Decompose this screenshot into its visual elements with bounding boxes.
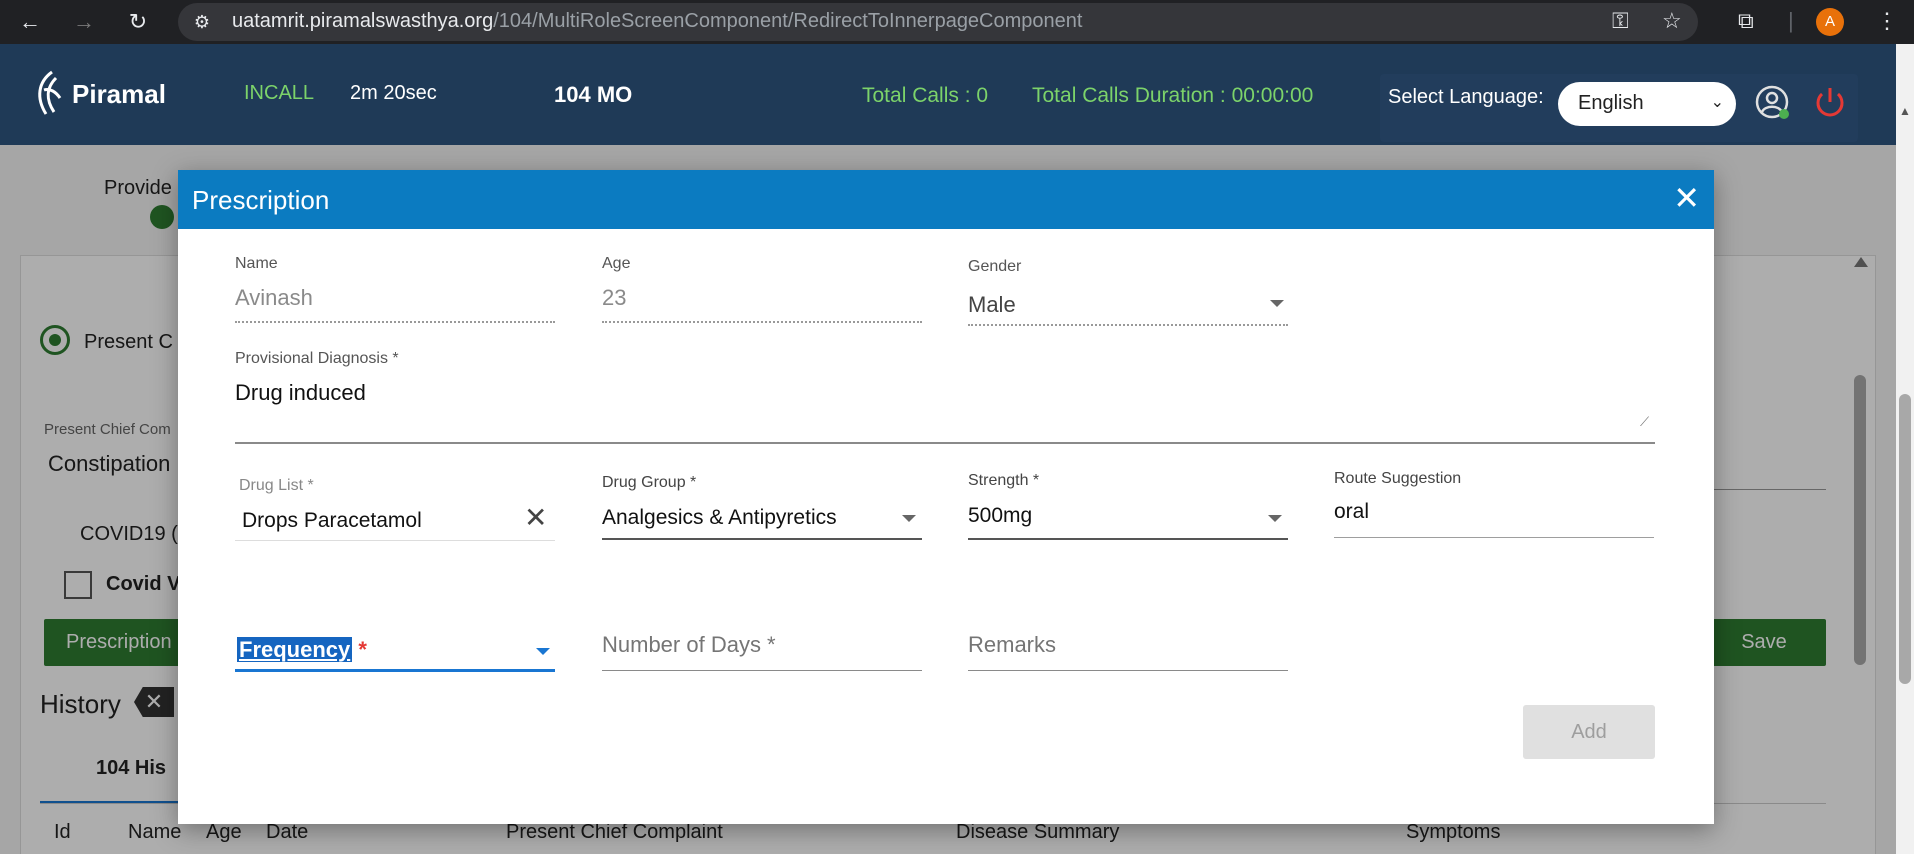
- name-label: Name: [235, 255, 278, 272]
- site-settings-icon[interactable]: ⚙: [188, 8, 216, 36]
- total-calls-duration: Total Calls Duration : 00:00:00: [1032, 84, 1314, 107]
- strength-dropdown-arrow-icon[interactable]: [1268, 515, 1282, 522]
- role-label: 104 MO: [554, 82, 633, 107]
- page-scrollbar-thumb[interactable]: [1899, 394, 1911, 684]
- total-calls: Total Calls : 0: [862, 84, 989, 107]
- dialog-header: Prescription ✕: [178, 170, 1714, 229]
- power-logout-icon[interactable]: [1812, 84, 1848, 120]
- diagnosis-textarea[interactable]: Drug induced: [235, 380, 366, 406]
- piramal-mark-icon: [38, 70, 62, 115]
- call-timer: 2m 20sec: [350, 82, 437, 104]
- days-input[interactable]: Number of Days *: [602, 632, 776, 658]
- strength-select[interactable]: 500mg: [968, 504, 1032, 528]
- chevron-down-icon: ⌄: [1710, 94, 1724, 111]
- diagnosis-underline: [235, 442, 1655, 444]
- drug-group-dropdown-arrow-icon[interactable]: [902, 515, 916, 522]
- forward-arrow-icon[interactable]: →: [70, 8, 98, 36]
- drug-group-select[interactable]: Analgesics & Antipyretics: [602, 506, 837, 530]
- menu-kebab-icon[interactable]: ⋮: [1876, 8, 1898, 34]
- piramal-logo: Piramal: [32, 68, 166, 120]
- toolbar-divider: |: [1788, 8, 1794, 33]
- remarks-input[interactable]: Remarks: [968, 632, 1056, 658]
- dialog-title: Prescription: [192, 185, 330, 215]
- age-label: Age: [602, 255, 631, 272]
- clear-x-icon[interactable]: ✕: [524, 504, 547, 532]
- bookmark-star-icon[interactable]: ☆: [1662, 8, 1682, 34]
- add-button[interactable]: Add: [1523, 705, 1655, 759]
- drug-group-underline: [602, 538, 922, 540]
- textarea-resize-handle-icon[interactable]: ⟋: [1640, 414, 1649, 430]
- diagnosis-label: Provisional Diagnosis *: [235, 350, 399, 367]
- frequency-underline: [235, 669, 555, 672]
- frequency-dropdown-arrow-icon[interactable]: [536, 648, 550, 655]
- remarks-underline: [968, 670, 1288, 671]
- close-icon[interactable]: ✕: [1673, 180, 1700, 216]
- strength-label: Strength *: [968, 472, 1040, 489]
- prescription-dialog: Prescription ✕ Name Avinash Age 23 Gende…: [178, 170, 1714, 824]
- language-value: English: [1578, 92, 1644, 114]
- frequency-select[interactable]: Frequency *: [237, 637, 367, 663]
- back-arrow-icon[interactable]: ←: [16, 8, 44, 36]
- drug-list-underline: [235, 540, 555, 541]
- brand-name: Piramal: [72, 78, 166, 109]
- language-select[interactable]: English ⌄: [1558, 82, 1736, 126]
- user-profile-icon[interactable]: [1754, 84, 1790, 120]
- scroll-up-icon[interactable]: ▲: [1899, 104, 1911, 118]
- drug-list-input[interactable]: Drops Paracetamol: [242, 509, 422, 533]
- frequency-placeholder: Frequency: [237, 637, 353, 662]
- gender-dropdown-arrow-icon[interactable]: [1270, 300, 1284, 307]
- required-marker: *: [358, 637, 367, 662]
- age-underline: [602, 321, 922, 323]
- drug-list-label: Drug List *: [239, 477, 314, 494]
- name-underline: [235, 321, 555, 323]
- key-icon[interactable]: ⚿: [1612, 8, 1629, 34]
- route-input[interactable]: oral: [1334, 500, 1369, 524]
- drug-group-label: Drug Group *: [602, 474, 697, 491]
- gender-underline: [968, 324, 1288, 326]
- extensions-icon[interactable]: ⧉: [1738, 8, 1754, 34]
- page-scrollbar[interactable]: ▲: [1896, 44, 1914, 854]
- age-field: 23: [602, 285, 627, 310]
- browser-toolbar: ← → ↻ ⚙ uatamrit.piramalswasthya.org/104…: [0, 0, 1914, 44]
- gender-select[interactable]: Male: [968, 292, 1016, 318]
- reload-icon[interactable]: ↻: [124, 8, 152, 36]
- strength-underline: [968, 538, 1288, 540]
- route-label: Route Suggestion: [1334, 470, 1462, 487]
- url-text[interactable]: uatamrit.piramalswasthya.org/104/MultiRo…: [232, 10, 1082, 33]
- profile-avatar[interactable]: A: [1816, 8, 1844, 36]
- gender-label: Gender: [968, 258, 1022, 275]
- name-field: Avinash: [235, 285, 313, 310]
- route-underline: [1334, 537, 1654, 538]
- language-label: Select Language:: [1388, 86, 1544, 108]
- call-status: INCALL: [244, 82, 315, 104]
- app-header: Piramal INCALL 2m 20sec 104 MO Total Cal…: [0, 44, 1896, 145]
- days-underline: [602, 670, 922, 671]
